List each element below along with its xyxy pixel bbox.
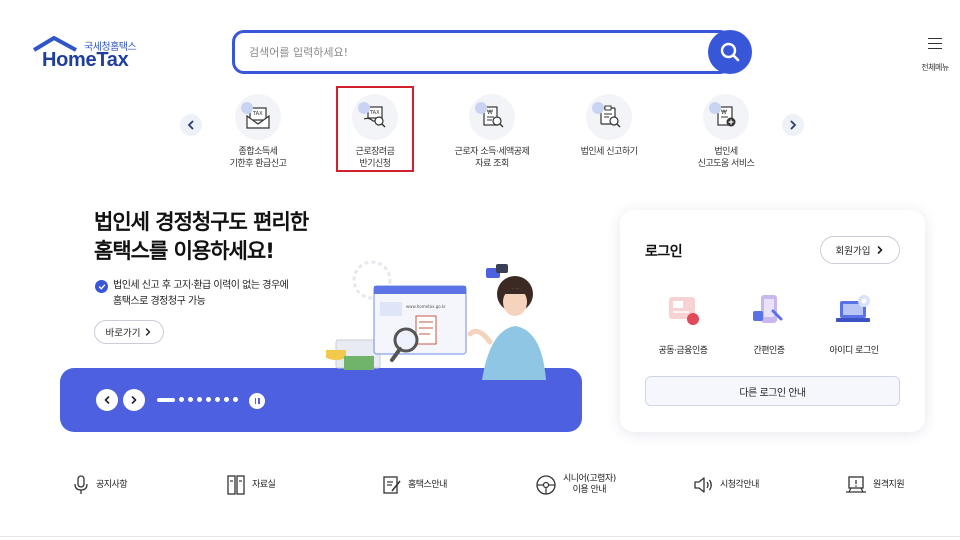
join-label: 회원가입 [835, 246, 871, 257]
banner-illustration: www.hometax.go.kr [326, 260, 546, 380]
bottom-item-senior-guide[interactable]: 시니어(고령자) 이용 안내 [535, 474, 616, 496]
quick-item-deduction-lookup[interactable]: ₩ 근로자 소득·세액공제 자료 조회 [437, 94, 547, 170]
speaker-icon [694, 477, 712, 493]
join-button[interactable]: 회원가입 [820, 236, 900, 264]
check-circle-icon [95, 280, 108, 293]
bottom-item-label: 시청각안내 [720, 479, 759, 490]
banner-pager-dot[interactable] [224, 397, 229, 402]
banner-prev-button[interactable] [96, 389, 118, 411]
bottom-item-archive[interactable]: 자료실 [226, 474, 276, 496]
logo-title: HomeTax [42, 49, 129, 71]
login-option-label: 아이디 로그인 [829, 346, 879, 356]
bottom-item-label: 원격지원 [873, 479, 905, 490]
laptop-id-icon [836, 295, 870, 322]
login-option-label: 공동·금융인증 [658, 346, 708, 356]
banner-go-label: 바로가기 [105, 328, 141, 339]
quick-menu-next-button[interactable] [782, 114, 804, 136]
remote-support-icon [846, 476, 866, 493]
login-option-label: 간편인증 [753, 346, 785, 356]
banner-pager-active[interactable] [157, 398, 175, 402]
highlight-box [336, 86, 414, 172]
pause-icon [254, 398, 256, 404]
bottom-item-label: 홈택스안내 [408, 479, 447, 490]
chevron-left-icon [104, 396, 110, 404]
banner-go-button[interactable]: 바로가기 [94, 320, 164, 344]
microphone-icon [74, 475, 88, 494]
all-menu-button[interactable]: 전체메뉴 [918, 38, 952, 74]
chevron-right-icon [146, 328, 151, 336]
svg-text:₩: ₩ [721, 109, 727, 116]
banner-pause-button[interactable] [249, 393, 265, 409]
quick-item-corporate-tax-help[interactable]: ₩ 법인세 신고도움 서비스 [671, 94, 781, 170]
bottom-item-audiovisual[interactable]: 시청각안내 [692, 474, 759, 496]
login-option-simple-auth[interactable]: 간편인증 [729, 293, 809, 356]
search-box [232, 30, 732, 74]
steering-wheel-icon [536, 475, 556, 495]
search-icon [720, 42, 740, 62]
quick-item-label: 종합소득세 기한후 환급신고 [229, 147, 287, 169]
chevron-left-icon [188, 120, 194, 130]
banner-pager-dot[interactable] [179, 397, 184, 402]
footer-divider [0, 536, 960, 537]
quick-item-income-tax-refund[interactable]: TAX 종합소득세 기한후 환급신고 [203, 94, 313, 170]
banner-next-button[interactable] [123, 389, 145, 411]
banner-pager-dot[interactable] [215, 397, 220, 402]
quick-item-label: 근로자 소득·세액공제 자료 조회 [454, 147, 530, 169]
quick-item-corporate-tax-filing[interactable]: 법인세 신고하기 [554, 94, 664, 158]
banner-pager-dot[interactable] [188, 397, 193, 402]
banner-description: 법인세 신고 후 고지·환급 이력이 없는 경우에 홈택스로 경정청구 가능 [113, 280, 289, 307]
bottom-item-label: 시니어(고령자) 이용 안내 [563, 474, 616, 495]
quick-item-label: 법인세 신고하기 [580, 147, 638, 157]
quick-item-icon-wrap [586, 94, 632, 140]
quick-item-icon-wrap: TAX [235, 94, 281, 140]
login-title: 로그인 [645, 244, 683, 260]
hometax-logo[interactable]: 국세청홈택스 HomeTax [32, 36, 142, 72]
search-bar [232, 30, 752, 74]
chevron-right-icon [790, 120, 796, 130]
banner-pager-dot[interactable] [197, 397, 202, 402]
mobile-auth-icon [753, 295, 783, 323]
banner-pager-dot[interactable] [206, 397, 211, 402]
all-menu-label: 전체메뉴 [921, 63, 949, 72]
quick-item-icon-wrap: ₩ [469, 94, 515, 140]
banner-title: 법인세 경정청구도 편리한 홈택스를 이용하세요! [94, 210, 309, 263]
svg-text:₩: ₩ [487, 109, 493, 116]
chevron-right-icon [131, 396, 137, 404]
bottom-item-label: 자료실 [252, 479, 276, 490]
bottom-item-label: 공지사항 [96, 479, 128, 490]
archive-icon [227, 475, 245, 495]
chevron-right-icon [878, 246, 883, 254]
illustration-url-text: www.hometax.go.kr [406, 304, 446, 309]
edit-note-icon [383, 476, 401, 494]
quick-item-label: 법인세 신고도움 서비스 [697, 147, 755, 169]
search-button[interactable] [708, 30, 752, 74]
quick-menu-prev-button[interactable] [180, 114, 202, 136]
hamburger-icon [928, 38, 942, 49]
svg-text:TAX: TAX [252, 111, 263, 117]
bottom-item-notice[interactable]: 공지사항 [72, 474, 128, 496]
login-option-certificate[interactable]: 공동·금융인증 [643, 293, 723, 356]
search-input[interactable] [249, 43, 689, 61]
bottom-item-hometax-guide[interactable]: 홈택스안내 [382, 474, 447, 496]
certificate-icon [669, 297, 699, 325]
banner-pager-dot[interactable] [233, 397, 238, 402]
other-login-button[interactable]: 다른 로그인 안내 [645, 376, 900, 406]
login-option-id-login[interactable]: 아이디 로그인 [814, 293, 894, 356]
quick-item-icon-wrap: ₩ [703, 94, 749, 140]
bottom-item-remote-support[interactable]: 원격지원 [845, 474, 905, 496]
